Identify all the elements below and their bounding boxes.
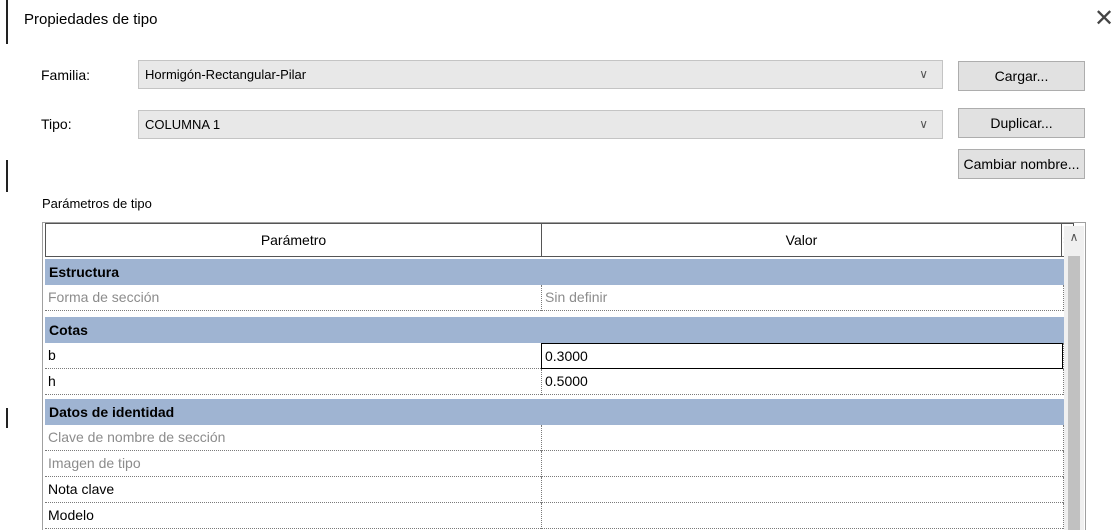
background-window-edge [0,0,12,530]
group-title: Cotas [49,322,88,338]
edge-mark [6,160,8,192]
dialog-title: Propiedades de tipo [24,11,158,28]
edge-mark [6,408,8,428]
param-value: Sin definir [541,285,1063,311]
type-dropdown[interactable]: COLUMNA 1 ∨ [138,110,943,139]
table-row[interactable]: Nota clave [45,477,1083,503]
column-header-value[interactable]: Valor [541,223,1062,257]
param-value [541,425,1063,451]
table-row[interactable]: Clave de nombre de sección [45,425,1083,451]
group-title: Datos de identidad [49,404,175,420]
scrollbar-thumb[interactable] [1068,256,1080,530]
load-button[interactable]: Cargar... [958,61,1085,91]
table-row[interactable]: Modelo [45,503,1083,529]
type-value: COLUMNA 1 [145,117,221,132]
column-header-parameter[interactable]: Parámetro [45,223,542,257]
duplicate-button[interactable]: Duplicar... [958,108,1085,138]
param-name: Forma de sección [45,285,541,311]
family-value: Hormigón-Rectangular-Pilar [145,67,307,82]
param-name: Imagen de tipo [45,451,541,477]
table-row[interactable]: b 0.3000 [45,343,1083,369]
type-label: Tipo: [41,116,72,132]
edge-mark [6,0,8,44]
group-header-datos-identidad[interactable]: Datos de identidad ⌃ [45,399,1083,425]
param-value [541,451,1063,477]
family-label: Familia: [41,67,91,83]
table-row[interactable]: Imagen de tipo [45,451,1083,477]
param-name: h [45,369,541,395]
param-value[interactable] [541,503,1063,529]
table-row[interactable]: h 0.5000 [45,369,1083,395]
group-title: Estructura [49,264,120,280]
param-name: Clave de nombre de sección [45,425,541,451]
group-header-estructura[interactable]: Estructura ⌃ [45,259,1083,285]
param-value-input[interactable]: 0.3000 [541,343,1063,369]
group-header-cotas[interactable]: Cotas ⌃ [45,317,1083,343]
table-row[interactable]: Forma de sección Sin definir [45,285,1083,311]
rename-button[interactable]: Cambiar nombre... [958,149,1085,179]
family-dropdown[interactable]: Hormigón-Rectangular-Pilar ∨ [138,60,943,89]
param-name: Modelo [45,503,541,529]
parameters-grid: Parámetro Valor = Estructura ⌃ Forma de … [42,222,1086,530]
type-parameters-label: Parámetros de tipo [42,196,152,211]
param-name: b [45,343,541,369]
param-value[interactable]: 0.5000 [541,369,1063,395]
chevron-down-icon: ∨ [919,67,928,81]
vertical-scrollbar[interactable]: ∧ [1064,226,1084,530]
param-value[interactable] [541,477,1063,503]
chevron-down-icon: ∨ [919,117,928,131]
param-name: Nota clave [45,477,541,503]
scroll-up-icon[interactable]: ∧ [1064,230,1084,244]
close-icon[interactable]: ✕ [1094,4,1114,34]
